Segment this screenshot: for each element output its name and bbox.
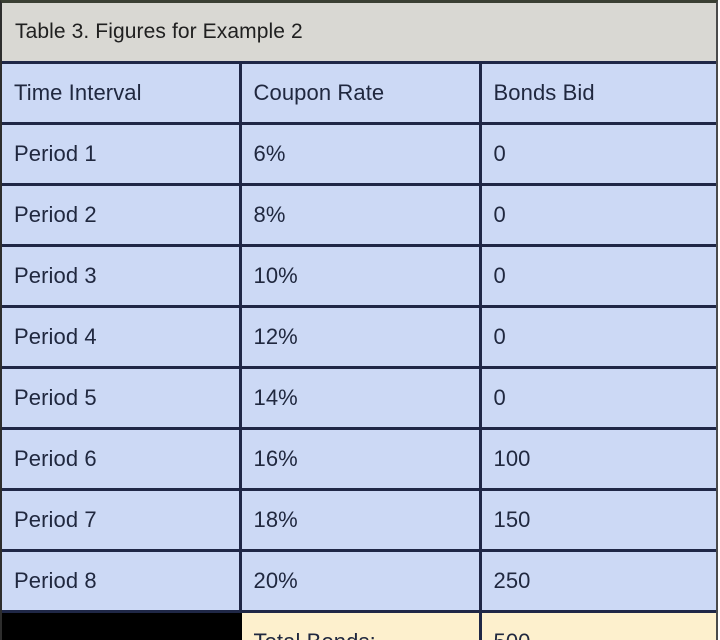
table-row: Period 8 20% 250	[2, 550, 716, 613]
cell-time-interval: Period 1	[2, 123, 242, 186]
cell-coupon-rate: 10%	[240, 245, 482, 308]
cell-time-interval: Period 8	[2, 550, 242, 613]
cell-coupon-rate: 18%	[240, 489, 482, 552]
table-row: Period 1 6% 0	[2, 123, 716, 186]
total-bonds-value: 500	[480, 611, 716, 640]
table-caption: Table 3. Figures for Example 2	[2, 3, 716, 64]
figures-table: Table 3. Figures for Example 2 Time Inte…	[2, 3, 716, 640]
cell-bonds-bid: 100	[480, 428, 716, 491]
cell-bonds-bid: 0	[480, 306, 716, 369]
cell-coupon-rate: 8%	[240, 184, 482, 247]
table-container: Table 3. Figures for Example 2 Time Inte…	[0, 0, 718, 640]
cell-bonds-bid: 0	[480, 123, 716, 186]
cell-time-interval: Period 4	[2, 306, 242, 369]
table-caption-row: Table 3. Figures for Example 2	[2, 3, 716, 64]
cell-bonds-bid: 150	[480, 489, 716, 552]
cell-coupon-rate: 12%	[240, 306, 482, 369]
cell-time-interval: Period 7	[2, 489, 242, 552]
table-header-row: Time Interval Coupon Rate Bonds Bid	[2, 62, 716, 125]
cell-bonds-bid: 0	[480, 184, 716, 247]
column-header-coupon-rate: Coupon Rate	[240, 62, 482, 125]
table-row: Period 4 12% 0	[2, 306, 716, 369]
cell-time-interval: Period 6	[2, 428, 242, 491]
table-row: Period 2 8% 0	[2, 184, 716, 247]
cell-coupon-rate: 16%	[240, 428, 482, 491]
column-header-time-interval: Time Interval	[2, 62, 242, 125]
cell-bonds-bid: 250	[480, 550, 716, 613]
total-row-spacer-cell	[2, 611, 242, 640]
cell-bonds-bid: 0	[480, 367, 716, 430]
table-row: Period 7 18% 150	[2, 489, 716, 552]
table-row: Period 3 10% 0	[2, 245, 716, 308]
total-bonds-label: Total Bonds:	[240, 611, 482, 640]
cell-coupon-rate: 20%	[240, 550, 482, 613]
cell-coupon-rate: 6%	[240, 123, 482, 186]
table-total-row: Total Bonds: 500	[2, 611, 716, 640]
cell-bonds-bid: 0	[480, 245, 716, 308]
table-row: Period 6 16% 100	[2, 428, 716, 491]
table-row: Period 5 14% 0	[2, 367, 716, 430]
cell-time-interval: Period 2	[2, 184, 242, 247]
column-header-bonds-bid: Bonds Bid	[480, 62, 716, 125]
cell-coupon-rate: 14%	[240, 367, 482, 430]
cell-time-interval: Period 5	[2, 367, 242, 430]
cell-time-interval: Period 3	[2, 245, 242, 308]
